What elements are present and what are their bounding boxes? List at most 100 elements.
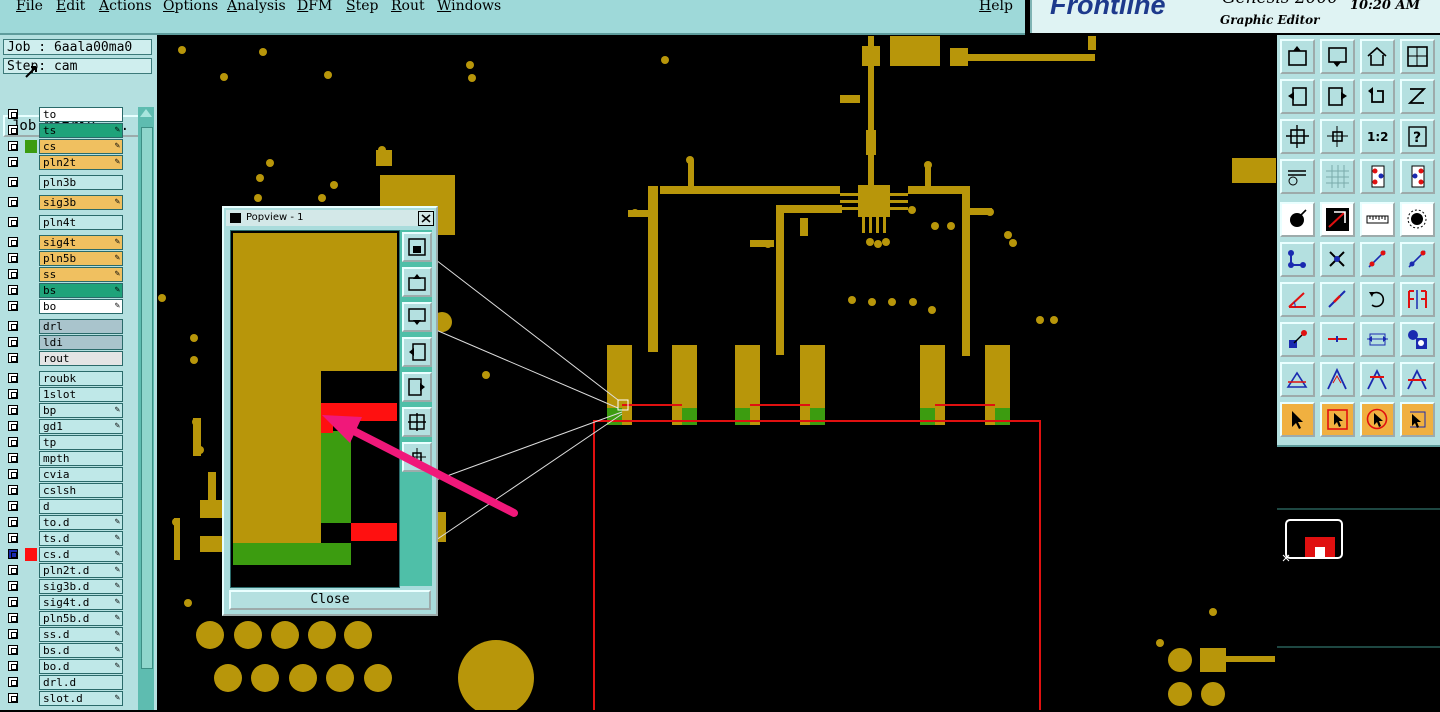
layer-color-swatch[interactable] (25, 548, 37, 561)
layer-checkbox[interactable] (8, 217, 18, 227)
layer-row[interactable]: ts ✎ (0, 123, 137, 138)
layer-checkbox[interactable] (8, 549, 18, 559)
menu-help[interactable]: Help (979, 0, 1013, 14)
layer-name[interactable]: sig3b.d ✎ (39, 579, 123, 594)
select-circle-tool-button[interactable] (1360, 402, 1395, 437)
pop-pan-down-button[interactable] (402, 302, 432, 332)
layer-checkbox[interactable] (8, 485, 18, 495)
layer-row[interactable]: sig3b ✎ (0, 195, 137, 210)
layer-name[interactable]: rout (39, 351, 123, 366)
layer-checkbox[interactable] (8, 177, 18, 187)
layer-name[interactable]: bs ✎ (39, 283, 123, 298)
layer-name[interactable]: cvia (39, 467, 123, 482)
select-arrow-tool-button[interactable] (1280, 402, 1315, 437)
layer-color-swatch[interactable] (25, 196, 37, 209)
popview-titlebar[interactable]: Popview - 1 (226, 210, 434, 226)
layer-checkbox[interactable] (8, 613, 18, 623)
layer-row[interactable]: drl.d (0, 675, 137, 690)
layer-name[interactable]: ts ✎ (39, 123, 123, 138)
layer-checkbox[interactable] (8, 373, 18, 383)
home-tool-button[interactable] (1360, 39, 1395, 74)
layer-name[interactable]: cslsh (39, 483, 123, 498)
layer-checkbox[interactable] (8, 565, 18, 575)
layer-checkbox[interactable] (8, 469, 18, 479)
layer-color-swatch[interactable] (25, 108, 37, 121)
scroll-up-icon[interactable] (140, 109, 152, 117)
layer-color-swatch[interactable] (25, 692, 37, 705)
pattern-tool-button[interactable] (1400, 322, 1435, 357)
layer-name[interactable]: to.d ✎ (39, 515, 123, 530)
select-box-tool-button[interactable] (1320, 402, 1355, 437)
layer-checkbox[interactable] (8, 597, 18, 607)
layer-checkbox[interactable] (8, 301, 18, 311)
layer-row[interactable]: sig3b.d ✎ (0, 579, 137, 594)
layer-checkbox[interactable] (8, 693, 18, 703)
window-split-tool-button[interactable] (1400, 39, 1435, 74)
layer-checkbox[interactable] (8, 157, 18, 167)
route-tool-button[interactable] (1360, 242, 1395, 277)
measure-tools-tool-button[interactable] (1280, 159, 1315, 194)
layer-row[interactable]: pln5b.d ✎ (0, 611, 137, 626)
layer-checkbox[interactable] (8, 629, 18, 639)
layer-color-swatch[interactable] (25, 156, 37, 169)
layer-checkbox[interactable] (8, 533, 18, 543)
menu-windows[interactable]: Windows (437, 0, 501, 14)
layer-row[interactable]: pln3b (0, 175, 137, 190)
layer-row[interactable]: sig4t ✎ (0, 235, 137, 250)
zoom-back-tool-button[interactable] (1320, 39, 1355, 74)
layer-row[interactable]: rout (0, 351, 137, 366)
layer-row[interactable]: bp ✎ (0, 403, 137, 418)
layer-color-swatch[interactable] (25, 420, 37, 433)
layer-row[interactable]: roubk (0, 371, 137, 386)
layer-checkbox[interactable] (8, 109, 18, 119)
layer-row[interactable]: pln5b ✎ (0, 251, 137, 266)
layer-color-swatch[interactable] (25, 388, 37, 401)
layer-color-swatch[interactable] (25, 660, 37, 673)
layer-checkbox[interactable] (8, 453, 18, 463)
layer-row[interactable]: bo ✎ (0, 299, 137, 314)
layer-checkbox[interactable] (8, 237, 18, 247)
layer-name[interactable]: sig3b ✎ (39, 195, 123, 210)
layer-row[interactable]: 1slot (0, 387, 137, 402)
layer-checkbox[interactable] (8, 321, 18, 331)
menu-step[interactable]: Step (346, 0, 378, 14)
layer-row[interactable]: bo.d ✎ (0, 659, 137, 674)
layer-color-swatch[interactable] (25, 644, 37, 657)
layer-row[interactable]: bs ✎ (0, 283, 137, 298)
layer-checkbox[interactable] (8, 501, 18, 511)
layer-name[interactable]: cs.d ✎ (39, 547, 123, 562)
layer-name[interactable]: pln5b.d ✎ (39, 611, 123, 626)
layer-color-swatch[interactable] (25, 452, 37, 465)
rotate-tool-button[interactable] (1360, 282, 1395, 317)
layer-checkbox[interactable] (8, 269, 18, 279)
layer-row[interactable]: to (0, 107, 137, 122)
layer-color-swatch[interactable] (25, 468, 37, 481)
route-alt-tool-button[interactable] (1400, 242, 1435, 277)
snap-tool-button[interactable] (1280, 322, 1315, 357)
layer-color-swatch[interactable] (25, 596, 37, 609)
redraw-tool-button[interactable] (1400, 79, 1435, 114)
layer-checkbox[interactable] (8, 581, 18, 591)
layer-row[interactable]: drl (0, 319, 137, 334)
layer-name[interactable]: drl.d (39, 675, 123, 690)
move-tool-button[interactable] (1320, 242, 1355, 277)
ruler-tool-button[interactable] (1360, 202, 1395, 237)
layer-color-swatch[interactable] (25, 124, 37, 137)
layer-name[interactable]: bs.d ✎ (39, 643, 123, 658)
layer-name[interactable]: roubk (39, 371, 123, 386)
layer-row[interactable]: bs.d ✎ (0, 643, 137, 658)
layer-color-swatch[interactable] (25, 236, 37, 249)
layer-color-swatch[interactable] (25, 404, 37, 417)
diagonal-tool-button[interactable] (1320, 282, 1355, 317)
layer-name[interactable]: pln4t (39, 215, 123, 230)
layer-name[interactable]: sig4t ✎ (39, 235, 123, 250)
layer-name[interactable]: tp (39, 435, 123, 450)
menu-analysis[interactable]: Analysis (227, 0, 286, 14)
layer-row[interactable]: pln4t (0, 215, 137, 230)
triangle-split-tool-button[interactable] (1400, 362, 1435, 397)
mirror-tool-button[interactable] (1400, 282, 1435, 317)
layer-color-swatch[interactable] (25, 580, 37, 593)
layer-row[interactable]: ss ✎ (0, 267, 137, 282)
menu-dfm[interactable]: DFM (297, 0, 332, 14)
layer-row[interactable]: tp (0, 435, 137, 450)
